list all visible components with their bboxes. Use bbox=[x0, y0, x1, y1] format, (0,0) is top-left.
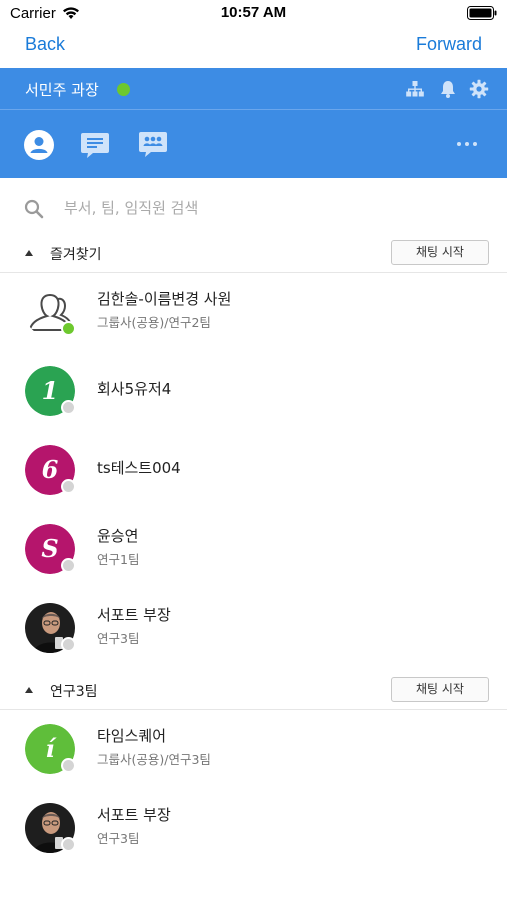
contact-department: 연구1팀 bbox=[97, 552, 140, 567]
contact-row[interactable]: 서포트 부장 연구3팀 bbox=[0, 790, 507, 869]
current-user-name[interactable]: 서민주 과장 bbox=[25, 79, 99, 100]
presence-offline-icon bbox=[61, 558, 76, 573]
start-chat-button[interactable]: 채팅 시작 bbox=[391, 677, 489, 702]
section-team-header[interactable]: 연구3팀 채팅 시작 bbox=[0, 672, 507, 710]
contact-row[interactable]: 서포트 부장 연구3팀 bbox=[0, 590, 507, 669]
tab-chat-bubble-icon[interactable] bbox=[79, 129, 111, 161]
contact-row[interactable]: 6 ts테스트004 bbox=[0, 432, 507, 511]
collapse-triangle-icon[interactable] bbox=[25, 250, 33, 256]
section-favorites-header[interactable]: 즐겨찾기 채팅 시작 bbox=[0, 235, 507, 273]
forward-button[interactable]: Forward bbox=[416, 34, 482, 55]
contact-name: 서포트 부장 bbox=[97, 606, 171, 624]
section-title: 즐겨찾기 bbox=[50, 247, 102, 263]
bell-icon[interactable] bbox=[438, 79, 458, 99]
search-bar bbox=[0, 180, 507, 235]
contact-department: 연구3팀 bbox=[97, 831, 140, 846]
next-section-peek bbox=[25, 882, 85, 886]
contact-row[interactable]: 김한솔-이름변경 사원 그룹사(공용)/연구2팀 bbox=[0, 274, 507, 353]
presence-offline-icon bbox=[61, 479, 76, 494]
contact-row[interactable]: S 윤승연 연구1팀 bbox=[0, 511, 507, 590]
contact-name: 김한솔-이름변경 사원 bbox=[97, 290, 232, 308]
contact-name: 회사5유저4 bbox=[97, 380, 172, 398]
more-options-icon[interactable] bbox=[455, 139, 479, 149]
contact-department: 그룹사(공용)/연구3팀 bbox=[97, 752, 211, 767]
contact-name: 타임스퀘어 bbox=[97, 727, 167, 745]
app-header: 서민주 과장 bbox=[0, 68, 507, 178]
search-input[interactable] bbox=[64, 194, 464, 222]
presence-offline-icon bbox=[61, 758, 76, 773]
presence-offline-icon bbox=[61, 637, 76, 652]
contact-name: 서포트 부장 bbox=[97, 806, 171, 824]
presence-online-icon bbox=[117, 83, 130, 96]
contact-name: ts테스트004 bbox=[97, 459, 181, 477]
tab-contacts-person-icon[interactable] bbox=[23, 129, 55, 161]
presence-offline-icon bbox=[61, 837, 76, 852]
current-user-row: 서민주 과장 bbox=[0, 68, 507, 110]
collapse-triangle-icon[interactable] bbox=[25, 687, 33, 693]
contact-name: 윤승연 bbox=[97, 527, 139, 545]
start-chat-button[interactable]: 채팅 시작 bbox=[391, 240, 489, 265]
tab-bar bbox=[0, 111, 507, 178]
status-bar: Carrier 10:57 AM bbox=[0, 0, 507, 28]
clock: 10:57 AM bbox=[220, 4, 287, 21]
contact-department: 연구3팀 bbox=[97, 631, 140, 646]
gear-icon[interactable] bbox=[469, 79, 489, 99]
contact-row[interactable]: í 타임스퀘어 그룹사(공용)/연구3팀 bbox=[0, 711, 507, 790]
battery-icon bbox=[467, 6, 497, 20]
contact-department: 그룹사(공용)/연구2팀 bbox=[97, 315, 211, 330]
section-title: 연구3팀 bbox=[50, 684, 98, 700]
tab-group-chat-icon[interactable] bbox=[137, 129, 169, 161]
search-icon bbox=[24, 199, 44, 219]
back-button[interactable]: Back bbox=[25, 34, 65, 55]
org-chart-icon[interactable] bbox=[405, 79, 425, 99]
contact-row[interactable]: 1 회사5유저4 bbox=[0, 353, 507, 432]
presence-offline-icon bbox=[61, 400, 76, 415]
nav-bar: Back Forward bbox=[0, 28, 507, 68]
presence-online-icon bbox=[61, 321, 76, 336]
